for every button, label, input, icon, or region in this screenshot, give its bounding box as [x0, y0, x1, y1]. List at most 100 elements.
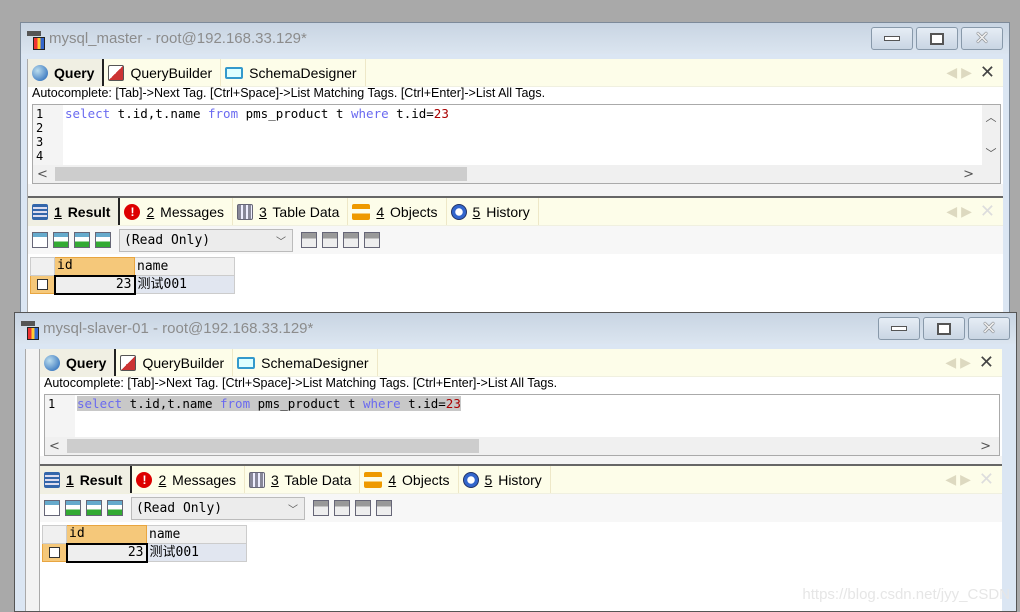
result-tab-bar: 1 Result ! 2 Messages 3 Table Data 4 Obje… [28, 198, 1003, 226]
horizontal-scrollbar[interactable]: < > [45, 437, 999, 455]
cancel-changes-icon[interactable] [364, 232, 380, 248]
insert-row-icon[interactable] [301, 232, 317, 248]
scroll-up-icon[interactable]: ︿ [982, 109, 1000, 125]
delete-row-icon[interactable] [343, 232, 359, 248]
vertical-scrollbar[interactable]: ︿ ﹀ [982, 105, 1000, 165]
insert-row-icon[interactable] [313, 500, 329, 516]
cell-name[interactable]: 测试001 [146, 543, 247, 562]
copy-rows-icon[interactable] [74, 232, 90, 248]
tab-scroll-right-icon[interactable]: ▶ [961, 65, 972, 81]
tab-scroll-left-icon[interactable]: ◀ [945, 472, 956, 488]
scroll-left-icon[interactable]: < [49, 439, 60, 454]
table-data-icon [248, 471, 265, 488]
column-header-id[interactable]: id [54, 257, 135, 276]
tab-query[interactable]: Query [28, 59, 105, 86]
result-grid: id name 23 测试001 [42, 525, 247, 563]
close-tab-icon[interactable]: ✕ [979, 469, 994, 490]
tab-table-data[interactable]: 3 Table Data [233, 198, 349, 225]
editor-tab-bar: Query QueryBuilder SchemaDesigner ◀ ▶ ✕ [40, 349, 1002, 377]
tab-messages[interactable]: ! 2 Messages [120, 198, 233, 225]
scrollbar-thumb[interactable] [55, 167, 467, 181]
tab-scroll-right-icon[interactable]: ▶ [960, 472, 971, 488]
minimize-icon [891, 326, 907, 331]
tab-schemadesigner[interactable]: SchemaDesigner [233, 349, 378, 376]
checkbox-icon [36, 278, 48, 290]
delete-row-icon[interactable] [355, 500, 371, 516]
scroll-right-icon[interactable]: > [980, 439, 991, 454]
sql-code[interactable]: select t.id,t.name from pms_product t wh… [65, 107, 449, 121]
close-tab-icon[interactable]: ✕ [979, 352, 994, 373]
tab-scroll-right-icon[interactable]: ▶ [961, 204, 972, 220]
tab-querybuilder[interactable]: QueryBuilder [104, 59, 222, 86]
maximize-button[interactable] [923, 317, 965, 340]
scroll-left-icon[interactable]: < [37, 167, 48, 182]
maximize-button[interactable] [916, 27, 958, 50]
cancel-changes-icon[interactable] [376, 500, 392, 516]
copy-all-rows-icon[interactable] [53, 232, 69, 248]
row-checkbox[interactable] [30, 275, 55, 294]
copy-all-rows-icon[interactable] [65, 500, 81, 516]
tab-table-data[interactable]: 3 Table Data [245, 466, 361, 493]
cell-name[interactable]: 测试001 [134, 275, 235, 294]
tab-history[interactable]: 5 History [447, 198, 539, 225]
minimize-button[interactable] [871, 27, 913, 50]
save-icon[interactable] [322, 232, 338, 248]
splitter[interactable] [28, 184, 1003, 198]
chevron-down-icon: ﹀ [288, 504, 298, 516]
minimize-button[interactable] [878, 317, 920, 340]
export-icon[interactable] [44, 500, 60, 516]
result-grid-icon [32, 203, 48, 220]
tab-messages[interactable]: ! 2 Messages [132, 466, 245, 493]
tab-scroll-left-icon[interactable]: ◀ [946, 204, 957, 220]
close-window-button[interactable]: ✕ [968, 317, 1010, 340]
result-mode-select[interactable]: (Read Only) ﹀ [119, 228, 293, 252]
scroll-down-icon[interactable]: ﹀ [982, 145, 1000, 161]
sql-editor[interactable]: 1 2 3 4 select t.id,t.name from pms_prod… [32, 104, 1001, 184]
result-toolbar: (Read Only) ﹀ [28, 226, 1003, 254]
result-mode-select[interactable]: (Read Only) ﹀ [131, 496, 305, 520]
column-header-id[interactable]: id [66, 525, 147, 544]
splitter[interactable] [40, 456, 1002, 466]
tab-history[interactable]: 5 History [459, 466, 551, 493]
scroll-right-icon[interactable]: > [963, 167, 974, 182]
close-tab-icon[interactable]: ✕ [980, 62, 995, 83]
tab-schemadesigner[interactable]: SchemaDesigner [221, 59, 366, 86]
copy-selection-icon[interactable] [107, 500, 123, 516]
querybuilder-icon [120, 354, 137, 371]
tab-scroll-left-icon[interactable]: ◀ [946, 65, 957, 81]
tab-result[interactable]: 1 Result [40, 466, 133, 493]
column-header-name[interactable]: name [134, 257, 235, 276]
copy-rows-icon[interactable] [86, 500, 102, 516]
tab-querybuilder[interactable]: QueryBuilder [116, 349, 234, 376]
tab-scroll-right-icon[interactable]: ▶ [960, 355, 971, 371]
copy-selection-icon[interactable] [95, 232, 111, 248]
title-bar[interactable]: mysql_master - root@192.168.33.129* ✕ [21, 23, 1009, 54]
result-tab-bar: 1 Result ! 2 Messages 3 Table Data 4 Obje… [40, 466, 1002, 494]
tab-objects[interactable]: 4 Objects [348, 198, 447, 225]
window-title: mysql_master - root@192.168.33.129* [49, 30, 307, 47]
table-data-icon [236, 203, 253, 220]
grid-corner[interactable] [30, 257, 55, 276]
close-tab-icon[interactable]: ✕ [980, 201, 995, 222]
sql-editor[interactable]: 1 select t.id,t.name from pms_product t … [44, 394, 1000, 456]
title-bar[interactable]: mysql-slaver-01 - root@192.168.33.129* ✕ [15, 313, 1016, 344]
export-icon[interactable] [32, 232, 48, 248]
cell-id[interactable]: 23 [53, 274, 136, 295]
sql-code[interactable]: select t.id,t.name from pms_product t wh… [77, 396, 461, 411]
save-icon[interactable] [334, 500, 350, 516]
column-header-name[interactable]: name [146, 525, 247, 544]
result-grid-icon [44, 471, 60, 488]
cell-id[interactable]: 23 [65, 542, 148, 563]
history-clock-icon [450, 203, 467, 220]
info-icon: ! [124, 203, 141, 220]
tab-scroll-left-icon[interactable]: ◀ [945, 355, 956, 371]
tab-query[interactable]: Query [40, 349, 117, 376]
row-checkbox[interactable] [42, 543, 67, 562]
objects-tree-icon [364, 471, 383, 488]
tab-result[interactable]: 1 Result [28, 198, 121, 225]
horizontal-scrollbar[interactable]: < > [33, 165, 1000, 183]
tab-objects[interactable]: 4 Objects [360, 466, 459, 493]
grid-corner[interactable] [42, 525, 67, 544]
close-window-button[interactable]: ✕ [961, 27, 1003, 50]
scrollbar-thumb[interactable] [67, 439, 479, 453]
